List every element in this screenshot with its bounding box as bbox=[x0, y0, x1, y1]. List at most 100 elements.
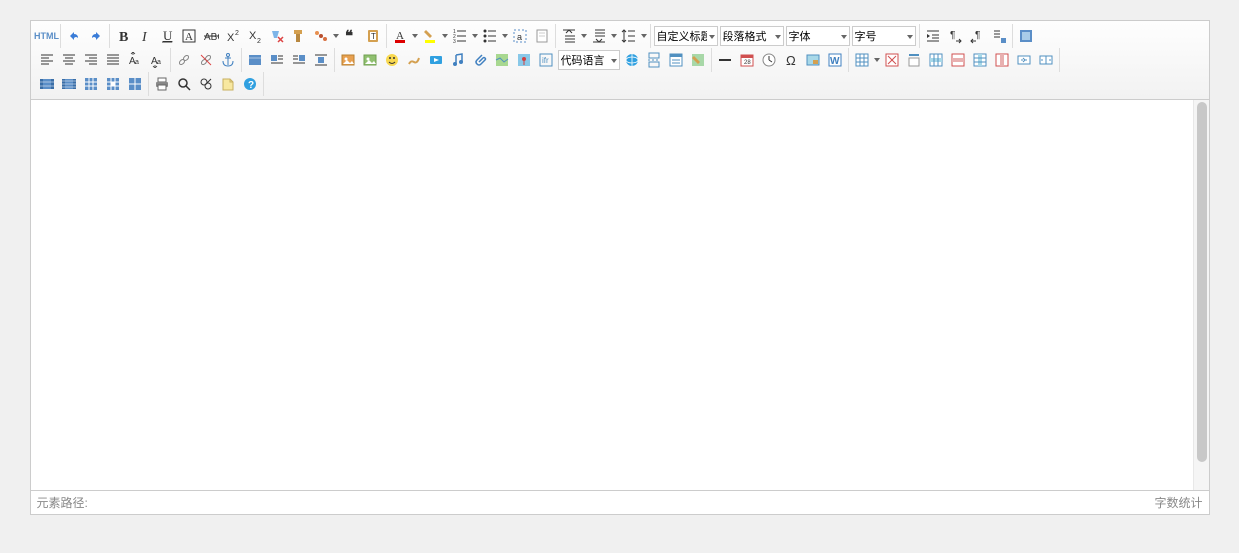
insert-paragraph-before-button[interactable] bbox=[904, 50, 924, 70]
direction-ltr-button[interactable]: ¶ bbox=[945, 26, 965, 46]
svg-text:U: U bbox=[163, 28, 173, 43]
svg-text:X: X bbox=[249, 30, 257, 42]
drafts-button[interactable] bbox=[218, 74, 238, 94]
italic-button[interactable]: I bbox=[135, 26, 155, 46]
redo-button[interactable] bbox=[86, 26, 106, 46]
delete-table-button[interactable] bbox=[882, 50, 902, 70]
blockquote-button[interactable]: ❝ bbox=[341, 26, 361, 46]
unlink-button[interactable] bbox=[196, 50, 216, 70]
backcolor-dropdown[interactable] bbox=[419, 26, 449, 46]
background-button[interactable] bbox=[688, 50, 708, 70]
word-count-label[interactable]: 字数统计 bbox=[1154, 494, 1202, 511]
image-right-button[interactable] bbox=[289, 50, 309, 70]
insertimage-button[interactable] bbox=[360, 50, 380, 70]
print-button[interactable] bbox=[152, 74, 172, 94]
fontborder-button[interactable]: A bbox=[179, 26, 199, 46]
rowspacing-top-dropdown[interactable] bbox=[558, 26, 588, 46]
preview-button[interactable] bbox=[174, 74, 194, 94]
insertvideo-button[interactable] bbox=[426, 50, 446, 70]
indent-button[interactable] bbox=[923, 26, 943, 46]
emotion-button[interactable] bbox=[382, 50, 402, 70]
insert-row-button[interactable] bbox=[926, 50, 946, 70]
map-button[interactable] bbox=[492, 50, 512, 70]
undo-button[interactable] bbox=[64, 26, 84, 46]
music-button[interactable] bbox=[448, 50, 468, 70]
font-size-select[interactable]: 字号 bbox=[852, 26, 916, 46]
time-button[interactable] bbox=[759, 50, 779, 70]
underline-button[interactable]: U bbox=[157, 26, 177, 46]
remove-format-button[interactable] bbox=[267, 26, 287, 46]
unordered-list-dropdown[interactable] bbox=[479, 26, 509, 46]
webapp-button[interactable] bbox=[622, 50, 642, 70]
help-button[interactable]: ? bbox=[240, 74, 260, 94]
code-language-select[interactable]: 代码语言 bbox=[558, 50, 620, 70]
spechars-button[interactable]: Ω bbox=[781, 50, 801, 70]
scrawl-button[interactable] bbox=[404, 50, 424, 70]
direction-rtl-button[interactable]: ¶ bbox=[967, 26, 987, 46]
touppercase-button[interactable]: Aa bbox=[125, 50, 145, 70]
insertframe-button[interactable]: ifr bbox=[536, 50, 556, 70]
insert-col-button[interactable] bbox=[970, 50, 990, 70]
charts-button[interactable] bbox=[59, 74, 79, 94]
image-left-button[interactable] bbox=[267, 50, 287, 70]
template-button[interactable] bbox=[666, 50, 686, 70]
strikethrough-button[interactable]: ABC bbox=[201, 26, 221, 46]
merge-cells-button[interactable] bbox=[1014, 50, 1034, 70]
searchreplace-button[interactable] bbox=[196, 74, 216, 94]
font-family-select[interactable]: 字体 bbox=[786, 26, 850, 46]
edittip-button[interactable] bbox=[125, 74, 145, 94]
simpleupload-button[interactable] bbox=[338, 50, 358, 70]
editor-container: HTML B I U A ABC X2 X2 ❝ T A bbox=[30, 20, 1210, 515]
tolowercase-button[interactable]: Aa bbox=[147, 50, 167, 70]
gmap-button[interactable] bbox=[514, 50, 534, 70]
subscript-button[interactable]: X2 bbox=[245, 26, 265, 46]
justify-justify-button[interactable] bbox=[103, 50, 123, 70]
fullscreen-button[interactable] bbox=[1016, 26, 1036, 46]
wordimage-button[interactable]: W bbox=[825, 50, 845, 70]
selectall-button[interactable]: a bbox=[510, 26, 530, 46]
bold-button[interactable]: B bbox=[113, 26, 133, 46]
link-button[interactable] bbox=[174, 50, 194, 70]
svg-text:2: 2 bbox=[257, 38, 261, 44]
edittd-button[interactable] bbox=[103, 74, 123, 94]
justify-right-button[interactable] bbox=[81, 50, 101, 70]
svg-text:a: a bbox=[517, 32, 522, 42]
paste-plain-button[interactable]: T bbox=[363, 26, 383, 46]
edittable-button[interactable] bbox=[81, 74, 101, 94]
svg-text:¶: ¶ bbox=[950, 30, 955, 41]
pagebreak-button[interactable] bbox=[644, 50, 664, 70]
scroll-thumb[interactable] bbox=[1197, 102, 1207, 462]
rowspacing-bottom-dropdown[interactable] bbox=[588, 26, 618, 46]
split-cells-button[interactable] bbox=[1036, 50, 1056, 70]
scrollbar[interactable] bbox=[1193, 100, 1209, 490]
element-path-label: 元素路径: bbox=[37, 494, 1155, 511]
autotypeset-dropdown[interactable] bbox=[310, 26, 340, 46]
superscript-button[interactable]: X2 bbox=[223, 26, 243, 46]
horizontal-button[interactable] bbox=[715, 50, 735, 70]
format-match-button[interactable] bbox=[289, 26, 309, 46]
source-html-button[interactable]: HTML bbox=[37, 26, 57, 46]
table-dropdown[interactable] bbox=[851, 50, 881, 70]
delete-row-button[interactable] bbox=[948, 50, 968, 70]
paragraph-format-select[interactable]: 段落格式 bbox=[720, 26, 784, 46]
svg-text:Ω: Ω bbox=[786, 53, 796, 68]
cleardoc-button[interactable] bbox=[532, 26, 552, 46]
image-center-button[interactable] bbox=[311, 50, 331, 70]
lineheight-dropdown[interactable] bbox=[618, 26, 648, 46]
svg-text:?: ? bbox=[248, 80, 254, 91]
ordered-list-dropdown[interactable]: 123 bbox=[449, 26, 479, 46]
insert-video-button[interactable] bbox=[37, 74, 57, 94]
delete-col-button[interactable] bbox=[992, 50, 1012, 70]
date-button[interactable]: 28 bbox=[737, 50, 757, 70]
attachment-button[interactable] bbox=[470, 50, 490, 70]
anchor-button[interactable] bbox=[218, 50, 238, 70]
justify-center-button[interactable] bbox=[59, 50, 79, 70]
touppercase-button[interactable] bbox=[989, 26, 1009, 46]
forecolor-dropdown[interactable]: A bbox=[389, 26, 419, 46]
image-none-button[interactable] bbox=[245, 50, 265, 70]
svg-text:W: W bbox=[830, 56, 840, 67]
justify-left-button[interactable] bbox=[37, 50, 57, 70]
custom-title-select[interactable]: 自定义标题 bbox=[654, 26, 718, 46]
snapscreen-button[interactable] bbox=[803, 50, 823, 70]
editor-body[interactable] bbox=[31, 100, 1193, 490]
